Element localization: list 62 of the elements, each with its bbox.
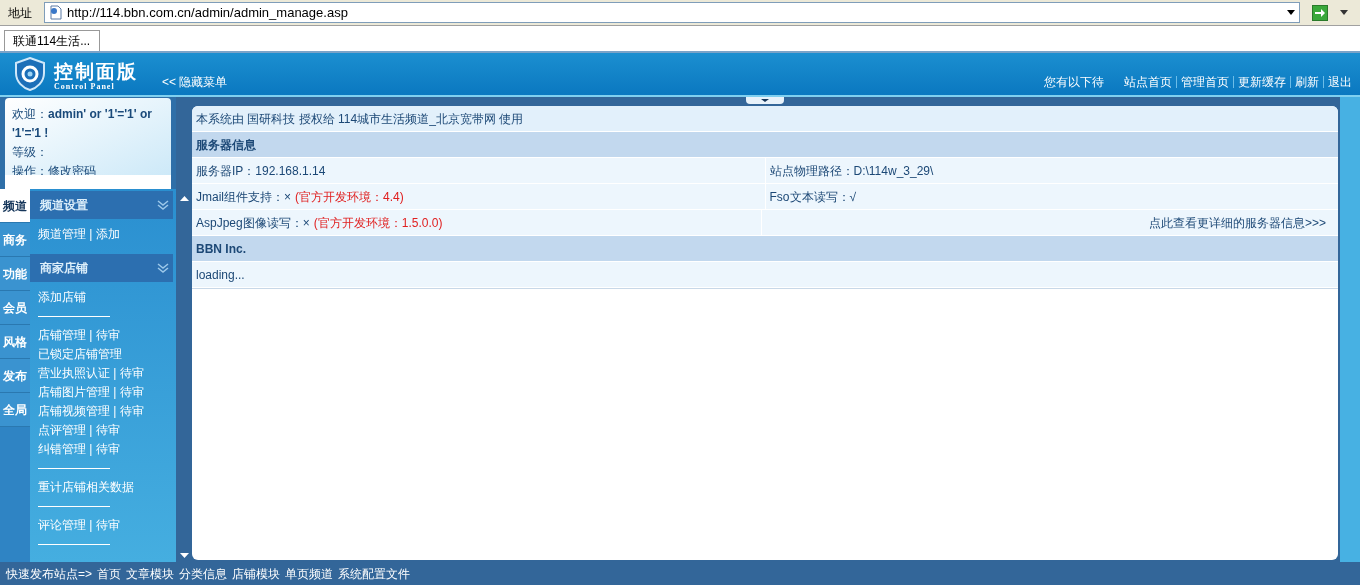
side-tab[interactable]: 发布 <box>0 359 30 393</box>
header-link[interactable]: 站点首页 <box>1124 73 1172 91</box>
menu-link[interactable]: 营业执照认证 | 待审 <box>38 364 176 383</box>
dropdown-icon[interactable] <box>1287 10 1295 15</box>
address-label: 地址 <box>7 4 33 22</box>
footer-link[interactable]: 单页频道 <box>285 564 333 583</box>
welcome-text: 欢迎：admin' or '1'='1' or '1'='1 ! <box>12 106 153 142</box>
quick-publish-label: 快速发布站点=> <box>6 565 92 583</box>
pending-notice: 您有以下待 <box>1044 74 1104 91</box>
menu-link[interactable]: 店铺视频管理 | 待审 <box>38 402 176 421</box>
scroll-down-icon[interactable] <box>179 553 189 558</box>
footer-link[interactable]: 店铺模块 <box>232 564 280 583</box>
header-link[interactable]: 管理首页 <box>1181 73 1229 91</box>
collapse-tab-icon[interactable] <box>746 97 784 104</box>
section-title: BBN Inc. <box>196 240 246 258</box>
info-text: Jmail组件支持：× <box>196 188 291 206</box>
panel-subtitle: Control Panel <box>54 83 116 91</box>
side-tab[interactable]: 频道 <box>0 189 30 223</box>
version-note: (官方开发环境：4.4) <box>295 188 404 206</box>
level-label: 等级： <box>12 144 49 161</box>
page-icon <box>49 5 63 20</box>
license-text: 本系统由 国研科技 授权给 114城市生活频道_北京宽带网 使用 <box>196 110 524 128</box>
address-field[interactable]: http://114.bbn.com.cn/admin/admin_manage.asp <box>44 2 1300 23</box>
side-tab[interactable]: 风格 <box>0 325 30 359</box>
info-text: 服务器IP：192.168.1.14 <box>196 162 326 180</box>
footer-link[interactable]: 分类信息 <box>179 564 227 583</box>
menu-group-header[interactable]: 频道设置 <box>30 191 173 219</box>
menu-link[interactable]: 评论管理 | 待审 <box>38 516 176 535</box>
side-tab[interactable]: 会员 <box>0 291 30 325</box>
dropdown-icon[interactable] <box>1340 10 1348 15</box>
footer-link[interactable]: 系统配置文件 <box>338 564 410 583</box>
menu-link[interactable]: 店铺管理 | 待审 <box>38 326 176 345</box>
section-title: 服务器信息 <box>196 136 256 154</box>
menu-link[interactable]: 店铺图片管理 | 待审 <box>38 383 176 402</box>
browser-tab[interactable]: 联通114生活... <box>4 30 100 51</box>
details-link[interactable]: 点此查看更详细的服务器信息>>> <box>1148 213 1326 232</box>
side-tab[interactable]: 全局 <box>0 393 30 427</box>
double-chevron-icon[interactable] <box>157 200 169 210</box>
shield-logo-icon <box>14 57 46 91</box>
footer-link[interactable]: 首页 <box>97 564 121 583</box>
info-text: 站点物理路径：D:\114w_3_29\ <box>769 162 934 180</box>
footer-link[interactable]: 文章模块 <box>126 564 174 583</box>
menu-link[interactable]: 已锁定店铺管理 <box>38 345 176 364</box>
menu-group-header[interactable]: 商家店铺 <box>30 254 173 282</box>
header-link[interactable]: 退出 <box>1328 73 1352 91</box>
panel-title: 控制面版 <box>54 62 138 81</box>
version-note: (官方开发环境：1.5.0.0) <box>313 214 443 232</box>
hide-menu-link[interactable]: << 隐藏菜单 <box>162 73 228 91</box>
header-link[interactable]: 刷新 <box>1295 73 1319 91</box>
menu-link[interactable]: 纠错管理 | 待审 <box>38 440 176 459</box>
menu-link[interactable]: 添加店铺 <box>38 288 176 307</box>
info-text: loading... <box>196 266 245 284</box>
menu-link[interactable]: 频道管理 | 添加 <box>38 225 176 244</box>
side-tab[interactable]: 商务 <box>0 223 30 257</box>
info-text: AspJpeg图像读写：× <box>196 214 310 232</box>
header-link[interactable]: 更新缓存 <box>1238 73 1286 91</box>
scroll-up-icon[interactable] <box>179 196 189 201</box>
double-chevron-icon[interactable] <box>157 263 169 273</box>
menu-link[interactable]: 重计店铺相关数据 <box>38 478 176 497</box>
info-text: Fso文本读写：√ <box>769 188 857 206</box>
menu-link[interactable]: 点评管理 | 待审 <box>38 421 176 440</box>
side-tab[interactable]: 功能 <box>0 257 30 291</box>
